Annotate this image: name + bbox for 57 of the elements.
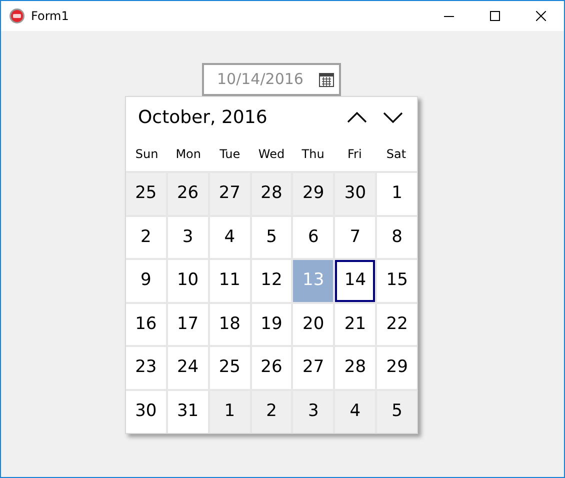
- day-cell[interactable]: 4: [210, 216, 250, 258]
- day-cell[interactable]: 26: [168, 173, 208, 215]
- day-cell[interactable]: 14: [335, 260, 376, 302]
- day-cell[interactable]: 5: [377, 390, 417, 433]
- chevron-up-icon: [347, 112, 367, 122]
- day-cell[interactable]: 24: [168, 347, 208, 389]
- day-cell[interactable]: 23: [126, 347, 166, 389]
- day-cell[interactable]: 7: [335, 216, 376, 258]
- day-cell[interactable]: 2: [252, 390, 292, 433]
- window-title: Form1: [31, 8, 69, 25]
- weekday-label: Fri: [346, 146, 363, 163]
- day-cell[interactable]: 22: [377, 304, 417, 346]
- day-cell[interactable]: 29: [293, 173, 334, 215]
- close-icon: [536, 11, 546, 21]
- day-cell[interactable]: 29: [377, 347, 417, 389]
- day-cell[interactable]: 28: [335, 347, 376, 389]
- weekday-label: Mon: [174, 146, 202, 163]
- day-cell[interactable]: 30: [335, 173, 376, 215]
- day-cell[interactable]: 16: [126, 304, 166, 346]
- date-value: 10/14/2016: [217, 69, 304, 90]
- day-cell[interactable]: 27: [210, 173, 250, 215]
- day-cell[interactable]: 20: [293, 304, 334, 346]
- weekday-label: Thu: [300, 146, 326, 163]
- weekday-label: Sun: [134, 146, 160, 163]
- day-cell[interactable]: 2: [126, 216, 166, 258]
- day-cell[interactable]: 10: [168, 260, 208, 302]
- day-cell[interactable]: 3: [293, 390, 334, 433]
- day-cell[interactable]: 26: [252, 347, 292, 389]
- day-cell[interactable]: 27: [293, 347, 334, 389]
- day-cell[interactable]: 4: [335, 390, 376, 433]
- maximize-icon: [490, 11, 500, 21]
- day-cell[interactable]: 12: [252, 260, 292, 302]
- app-logo-icon: [9, 8, 25, 24]
- day-cell[interactable]: 15: [377, 260, 417, 302]
- day-cell[interactable]: 25: [210, 347, 250, 389]
- day-cell[interactable]: 1: [210, 390, 250, 433]
- day-cell[interactable]: 3: [168, 216, 208, 258]
- day-cell[interactable]: 25: [126, 173, 166, 215]
- day-cell[interactable]: 30: [126, 390, 166, 433]
- day-cell[interactable]: 6: [293, 216, 334, 258]
- month-title: October, 2016: [138, 106, 268, 130]
- day-cell[interactable]: 21: [335, 304, 376, 346]
- day-cell[interactable]: 9: [126, 260, 166, 302]
- chevron-down-icon: [383, 112, 403, 122]
- day-cell[interactable]: 11: [210, 260, 250, 302]
- day-cell[interactable]: 17: [168, 304, 208, 346]
- day-cell[interactable]: 28: [252, 173, 292, 215]
- weekday-label: Tue: [218, 146, 242, 163]
- weekday-label: Wed: [257, 146, 286, 163]
- weekday-label: Sat: [385, 146, 408, 163]
- day-cell[interactable]: 5: [252, 216, 292, 258]
- day-cell[interactable]: 19: [252, 304, 292, 346]
- day-cell[interactable]: 8: [377, 216, 417, 258]
- day-cell[interactable]: 1: [377, 173, 417, 215]
- day-cell[interactable]: 31: [168, 390, 208, 433]
- day-cell[interactable]: 18: [210, 304, 250, 346]
- calendar-icon[interactable]: [319, 72, 334, 87]
